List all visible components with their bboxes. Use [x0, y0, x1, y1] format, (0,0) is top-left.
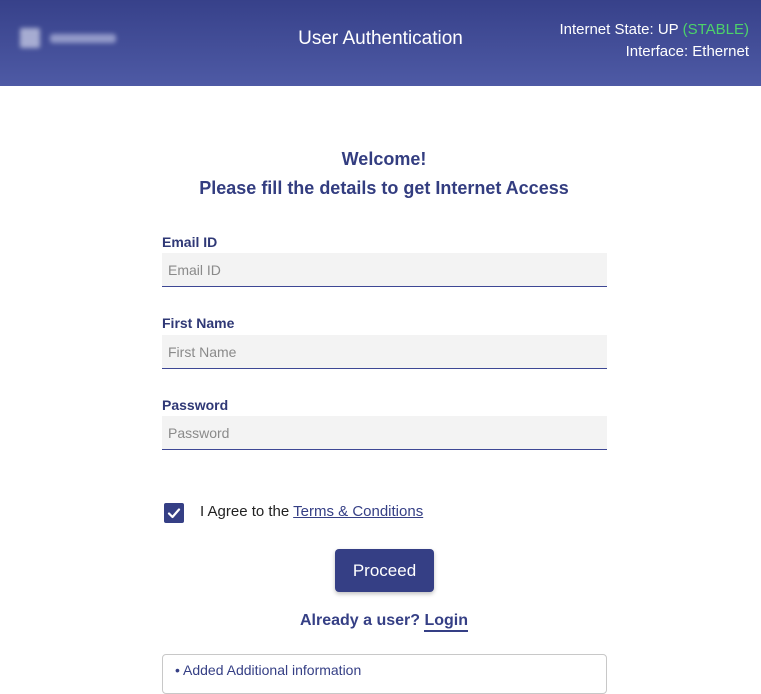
connection-status: Internet State: UP (STABLE) Interface: E… [559, 19, 749, 63]
first-name-label: First Name [162, 315, 235, 331]
internet-state-text: Internet State: UP [559, 21, 679, 38]
already-user-text: Already a user? [299, 612, 421, 629]
info-list-item: • Added Additional information [175, 662, 362, 678]
email-label: Email ID [162, 234, 218, 250]
interface-text: Interface: Ethernet [625, 43, 749, 60]
welcome-subtitle: Please fill the details to get Internet … [199, 178, 569, 198]
agree-label: I Agree to the Terms & Conditions [200, 503, 423, 520]
password-field[interactable] [162, 416, 607, 450]
additional-info-panel: • Added Additional information [162, 654, 607, 694]
welcome-title: Welcome! [341, 149, 427, 169]
email-field[interactable] [162, 253, 607, 287]
internet-state-line: Internet State: UP (STABLE) [559, 19, 749, 41]
terms-conditions-link[interactable]: Terms & Conditions [293, 503, 423, 520]
agree-checkbox[interactable] [164, 503, 184, 523]
password-label: Password [162, 397, 229, 413]
welcome-heading: Welcome! Please fill the details to get … [0, 145, 761, 203]
top-header-bar: User Authentication Internet State: UP (… [0, 0, 761, 86]
checkmark-icon [167, 508, 181, 519]
proceed-button[interactable]: Proceed [335, 549, 434, 592]
internet-state-badge: (STABLE) [682, 21, 749, 38]
already-user-line: Already a user? Login [0, 612, 761, 632]
first-name-field[interactable] [162, 335, 607, 369]
agree-text: I Agree to the [200, 503, 290, 520]
login-link[interactable]: Login [424, 612, 469, 632]
